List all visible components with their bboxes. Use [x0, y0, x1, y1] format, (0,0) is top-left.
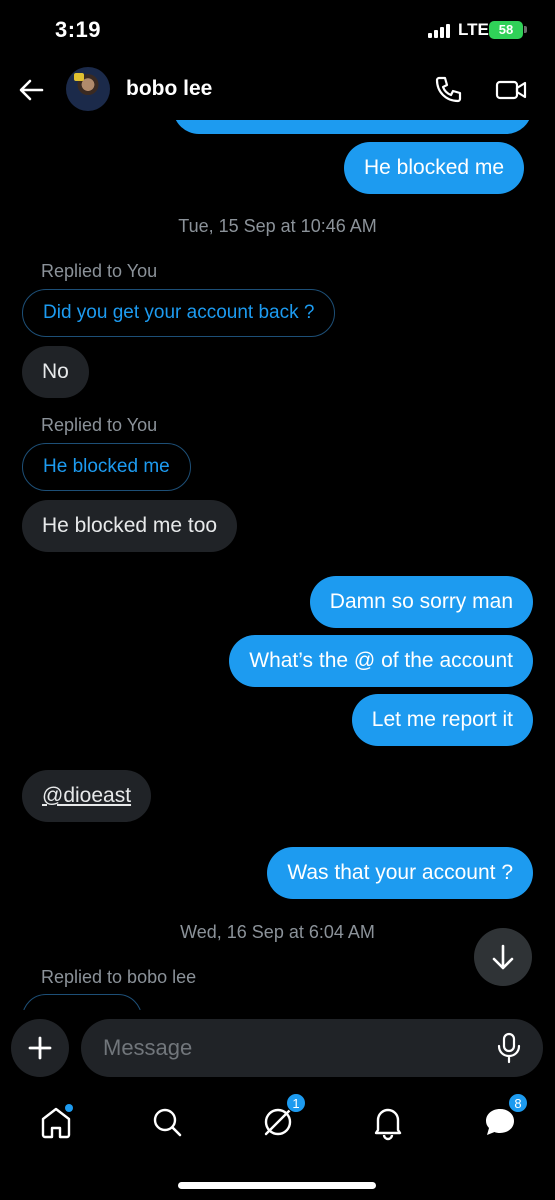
- tab-grok[interactable]: 1: [258, 1093, 306, 1142]
- avatar[interactable]: [66, 67, 110, 111]
- search-icon: [153, 1108, 182, 1137]
- home-indicator: [178, 1182, 376, 1189]
- back-button[interactable]: [16, 74, 48, 106]
- message-thread[interactable]: He blocked me Tue, 15 Sep at 10:46 AM Re…: [0, 0, 555, 1042]
- attach-button[interactable]: [11, 1019, 69, 1077]
- date-separator: Tue, 15 Sep at 10:46 AM: [178, 216, 377, 236]
- grok-badge: 1: [286, 1093, 306, 1113]
- plus-icon: [28, 1036, 52, 1060]
- composer: [0, 1010, 555, 1090]
- mention-link[interactable]: @dioeast: [42, 784, 131, 807]
- message-bubble[interactable]: Was that your account ?: [267, 847, 533, 899]
- tab-messages[interactable]: 8: [480, 1093, 528, 1142]
- arrow-down-icon: [492, 944, 514, 970]
- messages-badge: 8: [508, 1093, 528, 1113]
- contact-name[interactable]: bobo lee: [126, 77, 212, 101]
- reply-label: Replied to You: [41, 261, 158, 281]
- back-arrow-icon: [19, 79, 44, 101]
- date-separator: Wed, 16 Sep at 6:04 AM: [180, 922, 375, 942]
- video-camera-icon: [495, 80, 527, 100]
- message-bubble[interactable]: Let me report it: [351, 694, 533, 746]
- reply-label: Replied to bobo lee: [41, 967, 197, 987]
- message-bubble[interactable]: What’s the @ of the account: [229, 635, 533, 687]
- tab-search[interactable]: [147, 1102, 187, 1142]
- message-bubble[interactable]: Damn so sorry man: [309, 576, 533, 628]
- video-call-button[interactable]: [494, 74, 528, 106]
- message-input[interactable]: [81, 1019, 543, 1077]
- call-button[interactable]: [432, 74, 464, 106]
- quoted-message[interactable]: Did you get your account back ?: [22, 289, 336, 337]
- tab-notifications[interactable]: [368, 1102, 408, 1142]
- phone-icon: [435, 76, 462, 103]
- tab-bar: 1 8: [0, 1090, 555, 1200]
- message-bubble[interactable]: No: [22, 346, 89, 398]
- message-bubble[interactable]: He blocked me too: [22, 500, 238, 552]
- message-bubble[interactable]: He blocked me: [344, 142, 525, 194]
- tab-home[interactable]: [36, 1102, 76, 1142]
- bell-icon: [374, 1108, 402, 1141]
- microphone-icon: [497, 1032, 521, 1064]
- message-bubble[interactable]: @dioeast: [22, 770, 152, 822]
- voice-message-button[interactable]: [494, 1032, 524, 1064]
- quoted-message[interactable]: He blocked me: [22, 443, 191, 491]
- home-notification-dot: [65, 1104, 73, 1112]
- chat-header: bobo lee: [0, 60, 555, 120]
- scroll-to-bottom-button[interactable]: [474, 928, 532, 986]
- reply-label: Replied to You: [41, 415, 158, 435]
